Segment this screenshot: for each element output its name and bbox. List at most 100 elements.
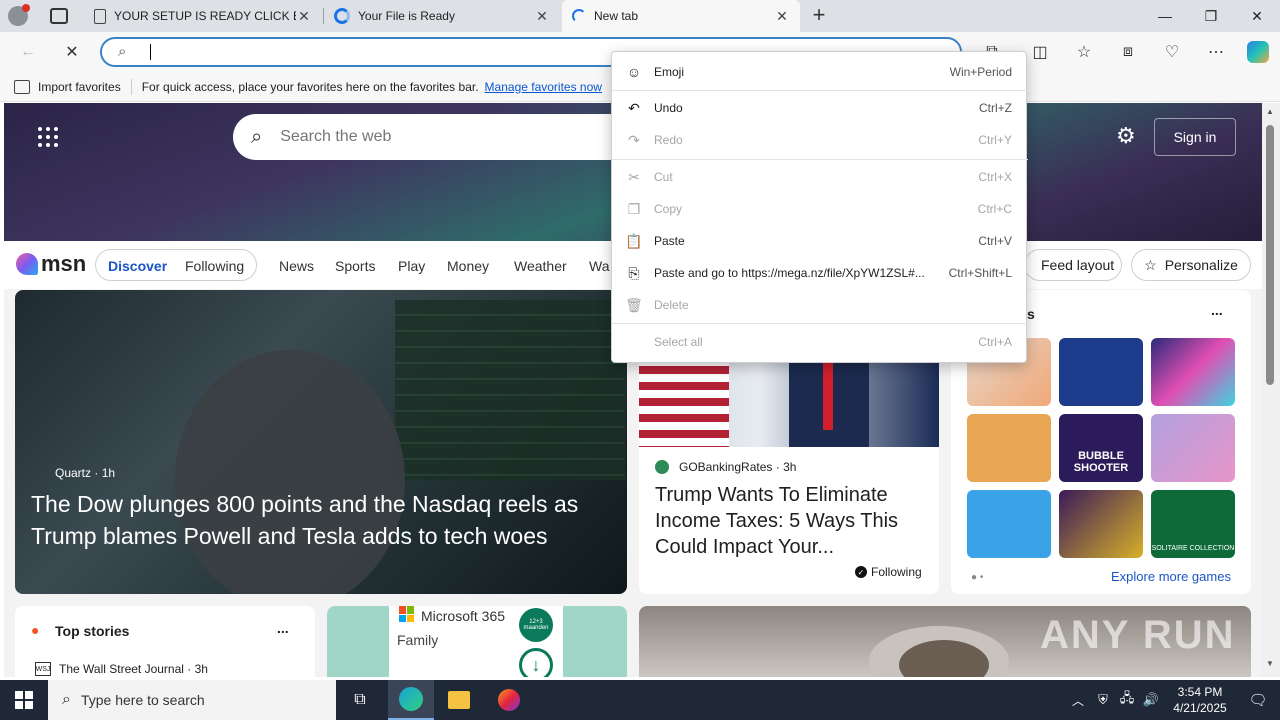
page-icon	[94, 8, 106, 24]
menu-item-cut[interactable]: ✂ Cut Ctrl+X	[612, 162, 1028, 192]
volume-icon[interactable]: 🔊	[1140, 680, 1162, 720]
settings-gear-icon[interactable]: ⚙	[1116, 123, 1136, 149]
menu-item-undo[interactable]: ↶ Undo Ctrl+Z	[612, 93, 1028, 123]
network-icon[interactable]: 🖧	[1116, 680, 1138, 720]
scroll-down-arrow-icon[interactable]: ▼	[1266, 659, 1274, 668]
close-icon[interactable]: ✕	[774, 8, 790, 25]
security-tray-icon[interactable]: ⛨	[1092, 680, 1114, 720]
ad-product: Family	[397, 632, 439, 648]
following-badge: ✓ Following	[855, 565, 922, 579]
show-hidden-icons-chevron-icon[interactable]: ︿	[1068, 680, 1088, 720]
copilot-icon[interactable]	[1244, 38, 1272, 66]
page-scrollbar[interactable]: ▲ ▼	[1262, 103, 1280, 677]
split-screen-icon[interactable]: ◫	[1026, 38, 1054, 66]
nav-sports[interactable]: Sports	[335, 258, 375, 274]
story-headline[interactable]: The Dow plunges 800 points and the Nasda…	[31, 488, 621, 552]
file-explorer-icon[interactable]	[436, 680, 482, 720]
explore-more-games-link[interactable]: Explore more games	[1111, 569, 1231, 584]
menu-item-paste[interactable]: 📋 Paste Ctrl+V	[612, 226, 1028, 256]
story-headline[interactable]: Trump Wants To Eliminate Income Taxes: 5…	[655, 482, 925, 560]
story-source-row: WSJ The Wall Street Journal · 3h	[35, 662, 208, 676]
game-tile-4[interactable]	[967, 414, 1051, 482]
menu-item-delete[interactable]: 🗑 Delete	[612, 290, 1028, 320]
undo-icon: ↶	[628, 99, 640, 116]
back-arrow-icon[interactable]: ←	[14, 38, 42, 66]
nav-truncated[interactable]: Wa	[589, 258, 609, 274]
tab-setup-ready[interactable]: YOUR SETUP IS READY CLICK BEL ✕	[84, 0, 322, 32]
context-menu: ☺ Emoji Win+Period ↶ Undo Ctrl+Z ↷ Redo …	[611, 51, 1028, 363]
more-menu-icon[interactable]: ⋯	[1202, 38, 1230, 66]
close-window-button[interactable]: ✕	[1234, 0, 1280, 32]
game-tile-6[interactable]	[1151, 414, 1235, 482]
tab-actions-icon[interactable]	[50, 8, 68, 24]
windows-taskbar: ⌕ Type here to search ⧉ ︿ ⛨ 🖧 🔊 3:54 PM …	[0, 680, 1280, 720]
import-favorites-button[interactable]: Import favorites	[38, 80, 121, 94]
close-icon[interactable]: ✕	[534, 8, 550, 25]
manage-favorites-link[interactable]: Manage favorites now	[485, 80, 602, 94]
carousel-dots: ● •	[971, 572, 984, 583]
game-tile-mahjong[interactable]	[967, 490, 1051, 558]
game-tile-3[interactable]	[1151, 338, 1235, 406]
task-view-icon[interactable]: ⧉	[340, 680, 380, 720]
start-button[interactable]	[0, 680, 48, 720]
close-icon[interactable]: ✕	[296, 8, 312, 25]
tab-new-tab[interactable]: New tab ✕	[562, 0, 800, 32]
nav-money[interactable]: Money	[447, 258, 489, 274]
nav-weather[interactable]: Weather	[514, 258, 567, 274]
windows-logo-icon	[15, 691, 33, 709]
tab-title: YOUR SETUP IS READY CLICK BEL	[114, 9, 296, 23]
more-options-icon[interactable]: ...	[277, 620, 289, 636]
cut-icon: ✂	[628, 168, 640, 185]
stop-icon[interactable]: ✕	[58, 38, 86, 66]
menu-item-emoji[interactable]: ☺ Emoji Win+Period	[612, 57, 1028, 87]
anyrun-watermark: ANY RUN	[1040, 613, 1236, 657]
game-tile-2[interactable]	[1059, 338, 1143, 406]
check-icon: ✓	[855, 566, 867, 578]
tab-file-ready[interactable]: Your File is Ready ✕	[324, 0, 560, 32]
scroll-thumb[interactable]	[1266, 125, 1274, 385]
menu-item-select-all[interactable]: Select all Ctrl+A	[612, 327, 1028, 357]
tab-discover[interactable]: Discover	[108, 258, 167, 274]
download-arrow-icon: ↓	[519, 648, 553, 677]
loading-icon	[334, 8, 350, 24]
personalize-icon: ☆	[1144, 256, 1157, 273]
menu-item-paste-and-go[interactable]: ⎘ Paste and go to https://mega.nz/file/X…	[612, 258, 1028, 288]
game-tile-bubble-shooter[interactable]: BUBBLE SHOOTER	[1059, 414, 1143, 482]
microsoft-365-ad-card[interactable]: Microsoft 365 Family 12+3 maanden ↓	[327, 606, 627, 677]
tab-following[interactable]: Following	[185, 258, 244, 274]
nav-play[interactable]: Play	[398, 258, 425, 274]
feed-layout-button[interactable]: Feed layout	[1024, 249, 1122, 281]
collections-icon[interactable]: ⧈	[1114, 38, 1142, 66]
personalize-button[interactable]: ☆ Personalize	[1131, 249, 1251, 281]
msn-logo[interactable]: msn	[16, 251, 86, 277]
redo-icon: ↷	[628, 131, 640, 148]
firefox-icon[interactable]	[486, 680, 532, 720]
menu-item-copy[interactable]: ❐ Copy Ctrl+C	[612, 194, 1028, 224]
scroll-up-arrow-icon[interactable]: ▲	[1266, 107, 1274, 116]
new-tab-button[interactable]: +	[808, 3, 830, 29]
web-search-input[interactable]: ⌕ Search the web	[233, 114, 633, 160]
emoji-icon: ☺	[626, 64, 642, 80]
gobankingrates-logo	[655, 460, 669, 474]
search-icon: ⌕	[62, 691, 71, 708]
game-tile-jewels[interactable]	[1059, 490, 1143, 558]
favorites-hint: For quick access, place your favorites h…	[141, 79, 479, 94]
game-tile-solitaire[interactable]: SOLITAIRE COLLECTION	[1151, 490, 1235, 558]
apps-grid-icon[interactable]	[38, 127, 58, 147]
menu-item-redo[interactable]: ↷ Redo Ctrl+Y	[612, 125, 1028, 155]
clock[interactable]: 3:54 PM 4/21/2025	[1164, 680, 1236, 720]
profile-avatar[interactable]	[8, 4, 30, 26]
nav-news[interactable]: News	[279, 258, 314, 274]
taskbar-search-box[interactable]: ⌕ Type here to search	[48, 680, 336, 720]
more-options-icon[interactable]: ...	[1211, 302, 1223, 318]
msn-butterfly-icon	[16, 253, 38, 275]
favorites-icon[interactable]: ☆	[1070, 38, 1098, 66]
edge-taskbar-icon[interactable]	[388, 680, 434, 720]
browser-essentials-icon[interactable]: ♡	[1158, 38, 1186, 66]
minimize-button[interactable]: —	[1142, 0, 1188, 32]
notifications-icon[interactable]: 🗨	[1236, 680, 1280, 720]
restore-button[interactable]: ❐	[1188, 0, 1234, 32]
microsoft-logo-icon	[399, 606, 415, 622]
sign-in-button[interactable]: Sign in	[1154, 118, 1236, 156]
hero-story-card[interactable]: Quartz · 1h The Dow plunges 800 points a…	[15, 290, 627, 594]
